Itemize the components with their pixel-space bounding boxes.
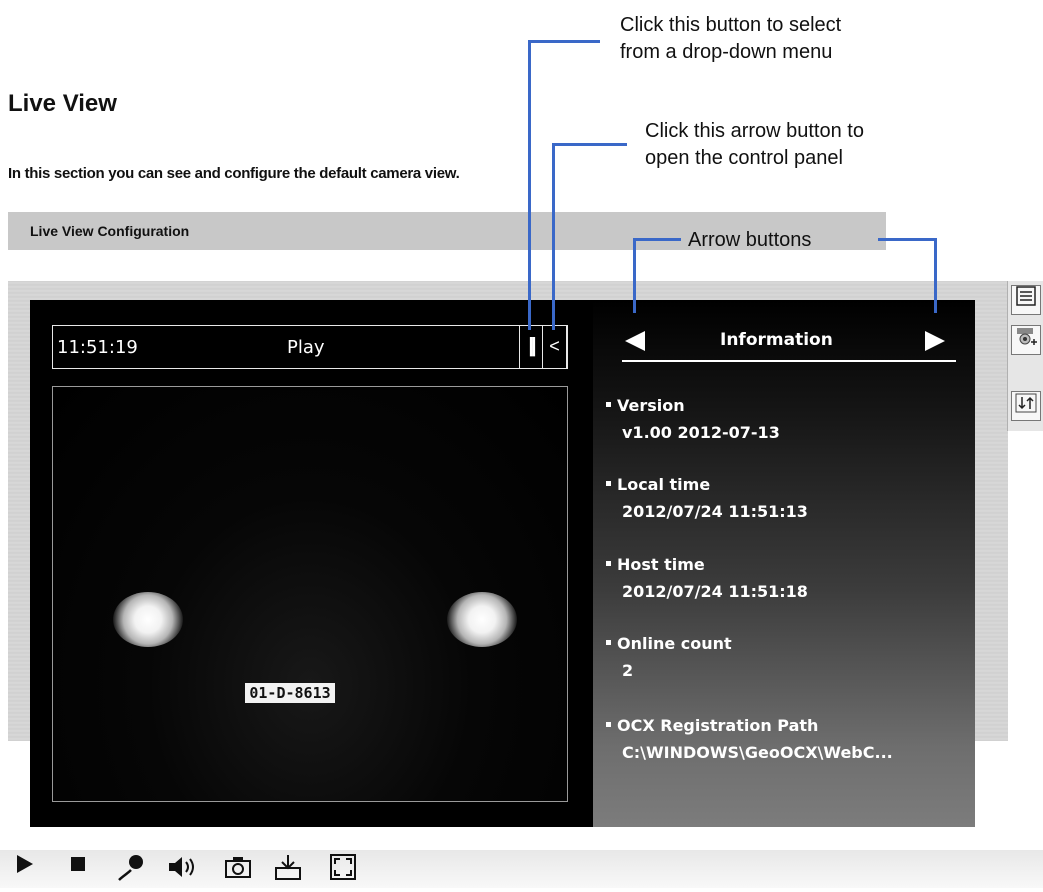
dropdown-menu-button[interactable]: || bbox=[519, 325, 543, 369]
chevron-left-icon: < bbox=[549, 336, 560, 356]
info-value: C:\WINDOWS\GeoOCX\WebC... bbox=[622, 743, 893, 762]
info-label: OCX Registration Path bbox=[606, 716, 893, 735]
playback-toolbar bbox=[0, 850, 1043, 888]
info-title: Information bbox=[720, 330, 833, 350]
play-icon[interactable] bbox=[6, 852, 42, 886]
headlight-left bbox=[113, 592, 183, 647]
callout-line-arrow-right-vertical bbox=[934, 238, 937, 313]
info-label: Online count bbox=[606, 634, 732, 653]
callout-line-dropdown-vertical bbox=[528, 40, 531, 330]
play-status: Play bbox=[287, 337, 325, 358]
list-icon[interactable] bbox=[1011, 285, 1041, 315]
callout-control-line1: Click this arrow button to bbox=[645, 120, 864, 142]
page-subtitle: In this section you can see and configur… bbox=[8, 165, 460, 182]
info-value: v1.00 2012-07-13 bbox=[622, 423, 780, 442]
callout-dropdown-line1: Click this button to select bbox=[620, 14, 842, 36]
callout-line-arrow-left-vertical bbox=[633, 238, 636, 313]
info-item-version: Version v1.00 2012-07-13 bbox=[606, 396, 780, 442]
info-item-online-count: Online count 2 bbox=[606, 634, 732, 680]
section-label: Live View Configuration bbox=[30, 223, 190, 239]
callout-line-control-vertical bbox=[552, 143, 555, 330]
page-title: Live View bbox=[8, 90, 117, 117]
callout-line-dropdown-horizontal bbox=[528, 40, 600, 43]
time-display: 11:51:19 bbox=[57, 337, 138, 358]
fullscreen-icon[interactable] bbox=[325, 852, 361, 886]
record-icon[interactable] bbox=[270, 852, 306, 886]
stop-icon[interactable] bbox=[60, 852, 96, 886]
ptz-camera-icon[interactable] bbox=[1011, 325, 1041, 355]
callout-control-line2: open the control panel bbox=[645, 147, 843, 169]
info-label: Local time bbox=[606, 475, 808, 494]
snapshot-icon[interactable] bbox=[220, 852, 256, 886]
info-value: 2012/07/24 11:51:13 bbox=[622, 502, 808, 521]
callout-arrows: Arrow buttons bbox=[688, 229, 812, 251]
info-label: Version bbox=[606, 396, 780, 415]
control-panel-toggle-button[interactable]: < bbox=[542, 325, 567, 369]
io-icon[interactable] bbox=[1011, 391, 1041, 421]
info-value: 2012/07/24 11:51:18 bbox=[622, 582, 808, 601]
headlight-right bbox=[447, 592, 517, 647]
pause-bars-icon: || bbox=[528, 335, 536, 357]
callout-dropdown-line2: from a drop-down menu bbox=[620, 41, 833, 63]
callout-line-arrow-right-horizontal bbox=[878, 238, 937, 241]
arrow-left-icon[interactable] bbox=[625, 331, 645, 351]
info-label: Host time bbox=[606, 555, 808, 574]
callout-line-control-horizontal bbox=[552, 143, 627, 146]
speaker-icon[interactable] bbox=[165, 852, 201, 886]
info-item-host-time: Host time 2012/07/24 11:51:18 bbox=[606, 555, 808, 601]
microphone-icon[interactable] bbox=[112, 852, 148, 886]
callout-line-arrow-left-horizontal bbox=[633, 238, 681, 241]
info-item-ocx-path: OCX Registration Path C:\WINDOWS\GeoOCX\… bbox=[606, 716, 893, 762]
arrow-right-icon[interactable] bbox=[925, 331, 945, 351]
license-plate: 01-D-8613 bbox=[245, 683, 335, 703]
callout-dropdown: Click this button to select from a drop-… bbox=[620, 12, 841, 66]
side-toolbar bbox=[1007, 281, 1043, 431]
info-value: 2 bbox=[622, 661, 634, 680]
callout-control-panel: Click this arrow button to open the cont… bbox=[645, 118, 864, 172]
info-item-local-time: Local time 2012/07/24 11:51:13 bbox=[606, 475, 808, 521]
